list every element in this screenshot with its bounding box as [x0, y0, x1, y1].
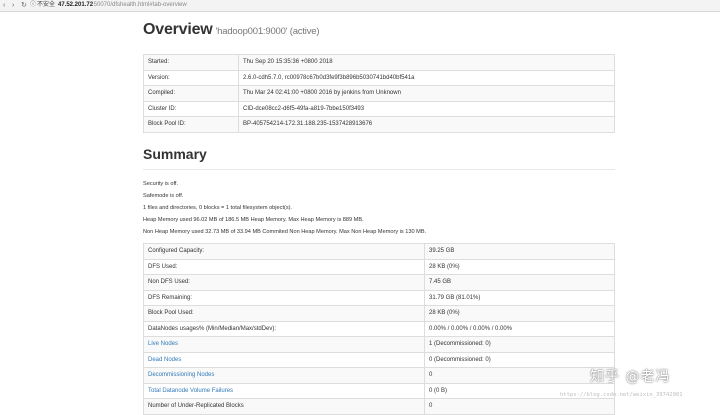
- table-row: Non DFS Used: 7.45 GB: [143, 274, 615, 291]
- back-icon[interactable]: ‹: [3, 0, 5, 11]
- row-key: Block Pool Used:: [143, 305, 425, 322]
- table-row: Decommissioning Nodes 0: [143, 367, 615, 384]
- row-key: Number of Under-Replicated Blocks: [143, 398, 425, 415]
- summary-table: Configured Capacity: 39.25 GB DFS Used: 28…: [143, 243, 615, 415]
- row-key: DFS Remaining:: [143, 289, 425, 306]
- row-key: Compiled:: [143, 85, 239, 102]
- watermark: 知乎 @老冯: [590, 369, 671, 385]
- table-row: Configured Capacity: 39.25 GB: [143, 243, 615, 260]
- heap-memory: Heap Memory used 96.02 MB of 186.5 MB He…: [143, 217, 364, 223]
- row-value: Thu Mar 24 02:41:00 +0800 2016 by jenkin…: [238, 85, 615, 102]
- table-row: Cluster ID: CID-dce08cc2-d6f5-49fa-a819-7…: [143, 100, 615, 117]
- row-value: 0: [424, 367, 615, 384]
- table-row: Live Nodes 1 (Decommissioned: 0): [143, 336, 615, 353]
- row-key: DataNodes usages% (Min/Median/Max/stdDev…: [143, 320, 425, 337]
- table-row: Total Datanode Volume Failures 0 (0 B): [143, 382, 615, 399]
- row-value: 1 (Decommissioned: 0): [424, 336, 615, 353]
- row-value: 28 KB (0%): [424, 305, 615, 322]
- row-key: DFS Used:: [143, 258, 425, 275]
- row-value: CID-dce08cc2-d6f5-49fa-a819-7bbe150f3493: [238, 100, 615, 117]
- info-icon[interactable]: ⓘ: [30, 0, 36, 11]
- overview-title: Overview'hadoop001:9000' (active): [143, 21, 320, 39]
- non-heap-memory: Non Heap Memory used 32.73 MB of 33.94 M…: [143, 229, 427, 235]
- filesystem-objects: 1 files and directories, 0 blocks = 1 to…: [143, 205, 293, 211]
- row-value: BP-405754214-172.31.188.235-153742891367…: [238, 116, 615, 133]
- row-key: Version:: [143, 69, 239, 86]
- live-nodes-link[interactable]: Live Nodes: [148, 341, 178, 347]
- table-row: DFS Used: 28 KB (0%): [143, 258, 615, 275]
- row-value: 39.25 GB: [424, 243, 615, 260]
- url-path[interactable]: :50070/dfshealth.html#tab-overview: [92, 0, 187, 11]
- row-key-link-cell: Decommissioning Nodes: [143, 367, 425, 384]
- table-row: Version: 2.6.0-cdh5.7.0, rc00978c67b0d3fe…: [143, 69, 615, 86]
- row-value: Thu Sep 20 15:35:36 +0800 2018: [238, 54, 615, 71]
- row-value: 7.45 GB: [424, 274, 615, 291]
- row-value: 0.00% / 0.00% / 0.00% / 0.00%: [424, 320, 615, 337]
- overview-title-text: Overview: [143, 21, 213, 38]
- row-key: Cluster ID:: [143, 100, 239, 117]
- row-key-link-cell: Live Nodes: [143, 336, 425, 353]
- row-key: Block Pool ID:: [143, 116, 239, 133]
- insecure-label[interactable]: 不安全: [37, 0, 55, 11]
- table-row: Block Pool ID: BP-405754214-172.31.188.23…: [143, 116, 615, 133]
- table-row: DFS Remaining: 31.79 GB (81.01%): [143, 289, 615, 306]
- volume-failures-link[interactable]: Total Datanode Volume Failures: [148, 388, 233, 394]
- overview-table: Started: Thu Sep 20 15:35:36 +0800 2018 V…: [143, 54, 615, 133]
- watermark-url: https://blog.csdn.net/weixin_39742901: [560, 392, 683, 398]
- safemode-status: Safemode is off.: [143, 193, 184, 199]
- table-row: Number of Under-Replicated Blocks 0: [143, 398, 615, 415]
- row-value: 28 KB (0%): [424, 258, 615, 275]
- url-host[interactable]: 47.52.201.72: [58, 0, 93, 11]
- forward-icon[interactable]: ›: [12, 0, 14, 11]
- security-status: Security is off.: [143, 181, 179, 187]
- decommissioning-nodes-link[interactable]: Decommissioning Nodes: [148, 372, 214, 378]
- row-value: 2.6.0-cdh5.7.0, rc00978c67b0d3fe9f3b896b…: [238, 69, 615, 86]
- row-value: 31.79 GB (81.01%): [424, 289, 615, 306]
- table-row: Block Pool Used: 28 KB (0%): [143, 305, 615, 322]
- summary-divider: [143, 169, 615, 170]
- table-row: Dead Nodes 0 (Decommissioned: 0): [143, 351, 615, 368]
- row-key-link-cell: Total Datanode Volume Failures: [143, 382, 425, 399]
- table-row: DataNodes usages% (Min/Median/Max/stdDev…: [143, 320, 615, 337]
- summary-title: Summary: [143, 146, 207, 162]
- reload-icon[interactable]: ↻: [21, 0, 27, 11]
- row-key: Configured Capacity:: [143, 243, 425, 260]
- table-row: Compiled: Thu Mar 24 02:41:00 +0800 2016 …: [143, 85, 615, 102]
- row-key-link-cell: Dead Nodes: [143, 351, 425, 368]
- row-key: Started:: [143, 54, 239, 71]
- row-key: Non DFS Used:: [143, 274, 425, 291]
- row-value: 0 (Decommissioned: 0): [424, 351, 615, 368]
- dead-nodes-link[interactable]: Dead Nodes: [148, 357, 181, 363]
- overview-subtitle: 'hadoop001:9000' (active): [215, 26, 320, 37]
- row-value: 0: [424, 398, 615, 415]
- browser-address-bar: ‹ › ↻ ⓘ 不安全 47.52.201.72 :50070/dfshealt…: [0, 0, 720, 12]
- table-row: Started: Thu Sep 20 15:35:36 +0800 2018: [143, 54, 615, 71]
